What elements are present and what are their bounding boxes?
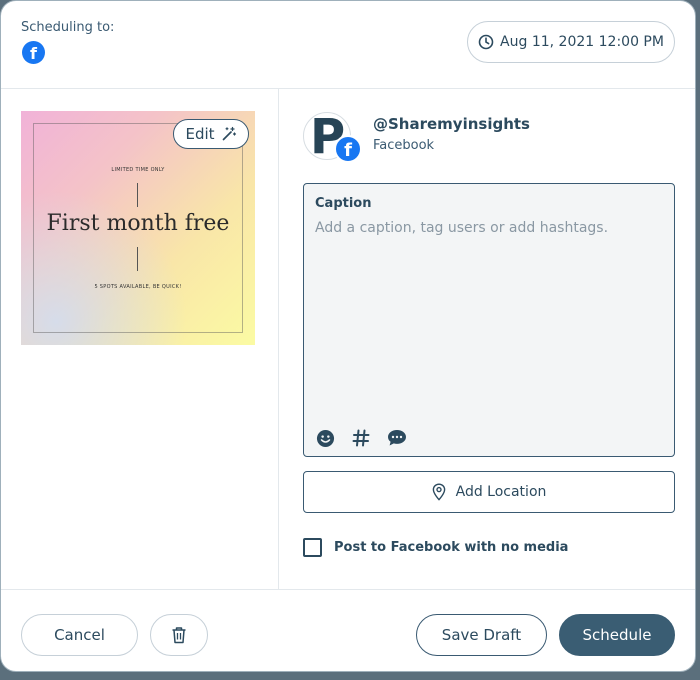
save-draft-label: Save Draft (441, 626, 522, 644)
modal-footer: Cancel Save Draft Schedule (1, 589, 695, 671)
no-media-label: Post to Facebook with no media (334, 540, 569, 555)
save-draft-button[interactable]: Save Draft (416, 614, 547, 656)
modal-header: Scheduling to: f Aug 11, 2021 12:00 PM (1, 1, 695, 89)
delete-button[interactable] (150, 614, 208, 656)
edit-label: Edit (185, 125, 215, 143)
datetime-button[interactable]: Aug 11, 2021 12:00 PM (467, 21, 675, 63)
account-network: Facebook (373, 138, 435, 153)
thumbnail-divider-bottom (137, 247, 138, 271)
cancel-button[interactable]: Cancel (21, 614, 138, 656)
magic-wand-icon (222, 126, 236, 141)
post-details-pane: P f @Sharemyinsights Facebook Caption Ad… (280, 89, 695, 589)
scheduling-label: Scheduling to: (21, 20, 115, 35)
caption-input[interactable] (315, 220, 665, 400)
edit-media-button[interactable]: Edit (173, 119, 249, 149)
location-pin-icon (432, 483, 445, 501)
datetime-value: Aug 11, 2021 12:00 PM (500, 34, 664, 50)
caption-box: Caption (303, 183, 675, 457)
thumbnail-divider-top (137, 183, 138, 207)
add-location-label: Add Location (455, 484, 547, 500)
caption-toolbar (315, 428, 407, 448)
thumbnail-bottom-text: 5 SPOTS AVAILABLE, BE QUICK! (94, 284, 182, 290)
add-location-button[interactable]: Add Location (303, 471, 675, 513)
facebook-icon: f (22, 41, 45, 64)
facebook-badge-icon: f (334, 135, 362, 163)
no-media-option: Post to Facebook with no media (303, 538, 568, 557)
no-media-checkbox[interactable] (303, 538, 322, 557)
media-pane: LIMITED TIME ONLY First month free 5 SPO… (1, 89, 279, 589)
thumbnail-title: First month free (46, 211, 230, 236)
emoji-icon[interactable] (315, 428, 335, 448)
hashtag-icon[interactable] (351, 428, 371, 448)
caption-label: Caption (315, 196, 372, 211)
account-name: @Sharemyinsights (373, 115, 530, 133)
trash-icon (172, 627, 186, 644)
speech-bubble-icon[interactable] (387, 428, 407, 448)
clock-icon (478, 34, 494, 50)
cancel-label: Cancel (54, 626, 105, 644)
schedule-button[interactable]: Schedule (559, 614, 675, 656)
schedule-label: Schedule (582, 626, 652, 644)
schedule-post-modal: Scheduling to: f Aug 11, 2021 12:00 PM L… (0, 0, 696, 672)
thumbnail-top-text: LIMITED TIME ONLY (111, 167, 165, 173)
